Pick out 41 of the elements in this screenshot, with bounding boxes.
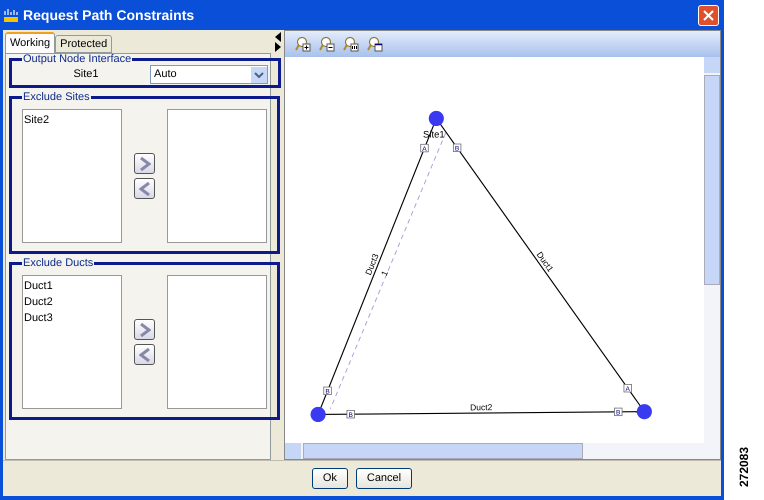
chevron-right-icon (138, 156, 150, 170)
zoom-actual-size-icon[interactable] (343, 36, 359, 52)
zoom-in-icon[interactable] (295, 36, 311, 52)
splitter-arrows-icon (274, 32, 282, 52)
site-node[interactable] (636, 404, 652, 420)
window-title: Request Path Constraints (23, 6, 196, 25)
move-left-button[interactable] (134, 344, 155, 365)
interface-dropdown[interactable]: Auto (150, 65, 268, 84)
list-item[interactable]: Duct2 (24, 294, 120, 310)
vertical-scrollbar[interactable] (704, 57, 720, 443)
dropdown-value: Auto (154, 67, 178, 82)
app-logo-icon (3, 7, 19, 23)
close-icon (702, 10, 714, 20)
horizontal-scrollbar[interactable] (285, 443, 720, 459)
chevron-left-icon (138, 182, 150, 196)
tab[interactable]: Working (5, 32, 56, 53)
tab[interactable]: Protected (55, 35, 112, 53)
duct-label: Duct2 (470, 402, 492, 412)
group-title: Exclude Ducts (22, 258, 94, 269)
site-node[interactable] (310, 406, 326, 422)
move-left-button[interactable] (134, 178, 155, 199)
path-label: 1 (378, 269, 390, 278)
move-right-button[interactable] (134, 153, 155, 174)
site-node[interactable] (428, 110, 444, 126)
zoom-out-icon[interactable] (319, 36, 335, 52)
chevron-left-icon (138, 348, 150, 362)
close-button[interactable] (698, 4, 719, 26)
duct-label: Duct3 (363, 252, 381, 276)
move-right-button[interactable] (134, 319, 155, 340)
list-item[interactable]: Duct1 (24, 278, 120, 294)
chevron-down-icon (251, 66, 267, 82)
dialog-button[interactable]: Ok (312, 468, 348, 489)
group-title: Output Node Interface (22, 54, 132, 65)
group-title: Exclude Sites (22, 92, 91, 103)
dialog-button[interactable]: Cancel (356, 468, 412, 489)
list-item[interactable]: Site2 (24, 112, 120, 128)
zoom-fit-icon[interactable] (367, 36, 383, 52)
figure-id: 272083 (736, 446, 752, 488)
chevron-right-icon (138, 322, 150, 336)
list-item[interactable]: Duct3 (24, 310, 120, 326)
site-label: Site1 (72, 67, 100, 82)
